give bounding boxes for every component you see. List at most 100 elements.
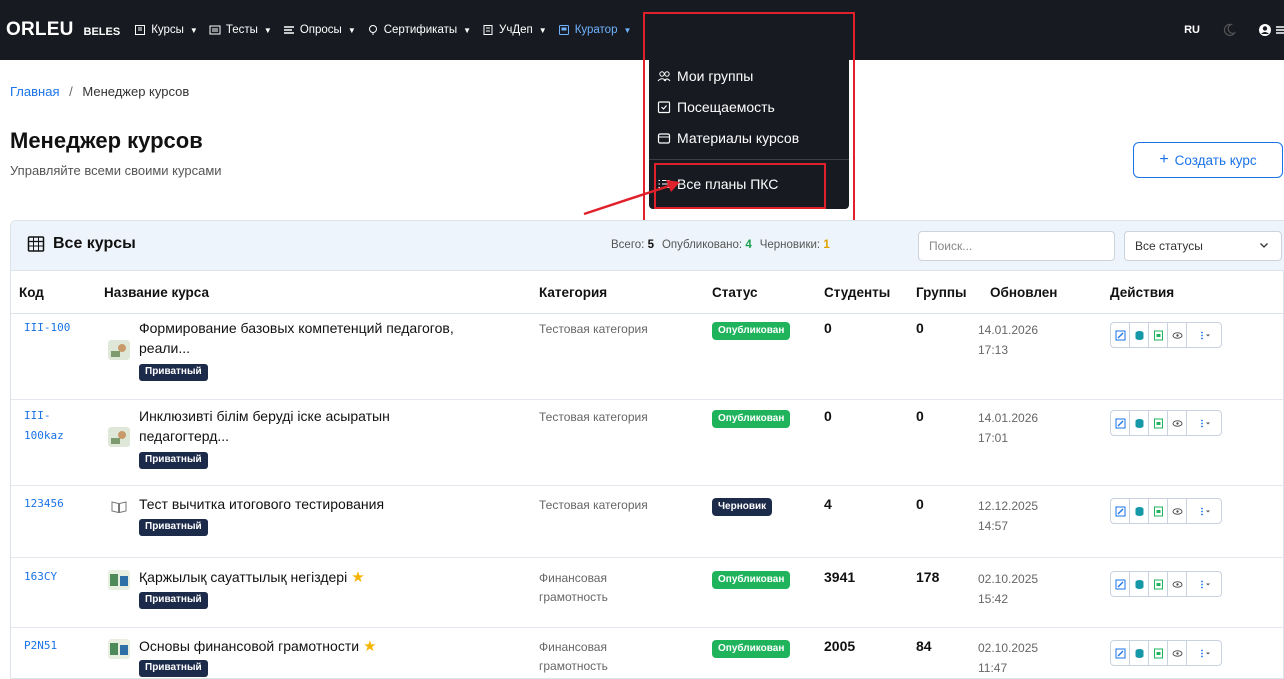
nav-curator[interactable]: Куратор ▼ — [558, 24, 631, 36]
view-button[interactable] — [1168, 411, 1187, 435]
menu-item-label: Материалы курсов — [677, 130, 800, 146]
nav-tests[interactable]: Тесты ▼ — [209, 24, 272, 36]
more-menu-button[interactable] — [1187, 641, 1221, 665]
course-code-text: 123456 — [24, 497, 64, 510]
course-name-link[interactable]: Формирование базовых компетенций педагог… — [139, 318, 454, 358]
column-header-updated: Обновлен — [990, 285, 1058, 300]
status-badge: Опубликован — [712, 322, 791, 340]
category-line: Финансовая — [539, 640, 607, 654]
nav-uchdep[interactable]: УчДеп ▼ — [482, 24, 547, 36]
create-course-button[interactable]: + Создать курс — [1133, 142, 1283, 178]
report-button[interactable] — [1149, 411, 1168, 435]
course-code[interactable]: III- 100kaz — [24, 406, 64, 446]
column-header-groups: Группы — [916, 285, 967, 300]
star-icon[interactable]: ★ — [363, 638, 376, 655]
more-menu-button[interactable] — [1187, 323, 1221, 347]
view-button[interactable] — [1168, 641, 1187, 665]
edit-button[interactable] — [1111, 572, 1130, 596]
category-line: Финансовая — [539, 571, 607, 585]
menu-item-all-pks-plans[interactable]: Все планы ПКС — [657, 176, 778, 192]
category-line: грамотность — [539, 590, 608, 604]
menu-item-attendance[interactable]: Посещаемость — [657, 99, 775, 115]
table-icon — [27, 236, 45, 252]
updated-date-line: 14.01.2026 — [978, 411, 1039, 425]
more-menu-button[interactable] — [1187, 411, 1221, 435]
language-switch[interactable]: RU — [1184, 24, 1200, 36]
column-header-course-name: Название курса — [104, 285, 209, 300]
report-button[interactable] — [1149, 641, 1168, 665]
database-button[interactable] — [1130, 499, 1149, 523]
nav-certificates[interactable]: Сертификаты ▼ — [367, 24, 471, 36]
search-input[interactable]: Поиск... — [918, 231, 1115, 261]
updated-date: 14.01.2026 17:13 — [978, 320, 1038, 360]
database-button[interactable] — [1130, 411, 1149, 435]
nav-tests-label: Тесты — [225, 24, 258, 36]
database-button[interactable] — [1130, 641, 1149, 665]
menu-item-label: Мои группы — [677, 68, 754, 84]
edit-icon — [1115, 330, 1125, 340]
course-name-line: реали... — [139, 340, 191, 356]
course-code[interactable]: III-100 — [24, 318, 70, 338]
course-code-text: P2N51 — [24, 639, 58, 652]
list-icon — [209, 25, 221, 35]
course-code[interactable]: 123456 — [24, 494, 64, 514]
edit-button[interactable] — [1111, 499, 1130, 523]
students-count: 3941 — [824, 569, 856, 585]
card-header: Все курсы Всего: 5 Опубликовано: 4 Черно… — [11, 221, 1284, 271]
edit-button[interactable] — [1111, 323, 1130, 347]
view-button[interactable] — [1168, 323, 1187, 347]
course-code[interactable]: 163CY — [24, 567, 57, 587]
logo-text: ORLEU — [6, 19, 74, 40]
report-icon — [1153, 506, 1163, 516]
eye-icon — [1172, 331, 1182, 339]
menu-item-course-materials[interactable]: Материалы курсов — [657, 130, 799, 146]
course-name-link[interactable]: Инклюзивті білім беруді іске асыратын пе… — [139, 406, 390, 446]
edit-button[interactable] — [1111, 411, 1130, 435]
more-menu-button[interactable] — [1187, 499, 1221, 523]
course-category: Тестовая категория — [539, 320, 648, 339]
nav-courses[interactable]: Курсы ▼ — [134, 24, 198, 36]
course-name-link[interactable]: Қаржылық сауаттылық негіздері ★ — [139, 567, 365, 588]
database-icon — [1135, 418, 1143, 428]
database-icon — [1135, 506, 1143, 516]
course-name-line: Формирование базовых компетенций педагог… — [139, 320, 454, 336]
navbar-right: RU — [1184, 0, 1284, 60]
course-code-text: III-100 — [24, 321, 71, 334]
nav-polls[interactable]: Опросы ▼ — [283, 24, 356, 36]
breadcrumb-home-link[interactable]: Главная — [10, 84, 59, 99]
menu-item-my-groups[interactable]: Мои группы — [657, 68, 753, 84]
database-button[interactable] — [1130, 572, 1149, 596]
more-menu-button[interactable] — [1187, 572, 1221, 596]
report-button[interactable] — [1149, 572, 1168, 596]
logo[interactable]: ORLEU BELES — [6, 19, 120, 41]
report-button[interactable] — [1149, 323, 1168, 347]
status-badge: Опубликован — [712, 410, 791, 428]
course-name-line: Тест вычитка итогового тестирования — [139, 496, 385, 512]
menu-item-label: Все планы ПКС — [677, 176, 779, 192]
user-icon[interactable] — [1258, 23, 1272, 37]
edit-button[interactable] — [1111, 641, 1130, 665]
database-button[interactable] — [1130, 323, 1149, 347]
stat-drafts-value: 1 — [823, 239, 830, 251]
report-button[interactable] — [1149, 499, 1168, 523]
row-actions — [1110, 322, 1222, 348]
private-badge: Приватный — [139, 364, 208, 381]
course-code[interactable]: P2N51 — [24, 636, 57, 656]
updated-date-line: 14.01.2026 — [978, 323, 1039, 337]
menu-icon[interactable] — [1276, 25, 1284, 35]
row-actions — [1110, 410, 1222, 436]
course-category: Финансовая грамотность — [539, 638, 608, 676]
status-filter-select[interactable]: Все статусы — [1124, 231, 1282, 261]
moon-icon[interactable] — [1222, 23, 1236, 37]
star-icon[interactable]: ★ — [351, 569, 364, 586]
calendar-check-icon — [657, 101, 671, 114]
students-count: 0 — [824, 320, 832, 336]
view-button[interactable] — [1168, 499, 1187, 523]
course-name-link[interactable]: Основы финансовой грамотности ★ — [139, 636, 377, 657]
students-count: 2005 — [824, 638, 856, 654]
page-subtitle: Управляйте всеми своими курсами — [10, 163, 222, 178]
updated-date-line: 02.10.2025 — [978, 572, 1039, 586]
caret-down-icon: ▼ — [538, 25, 547, 35]
course-name-link[interactable]: Тест вычитка итогового тестирования — [139, 494, 384, 514]
view-button[interactable] — [1168, 572, 1187, 596]
